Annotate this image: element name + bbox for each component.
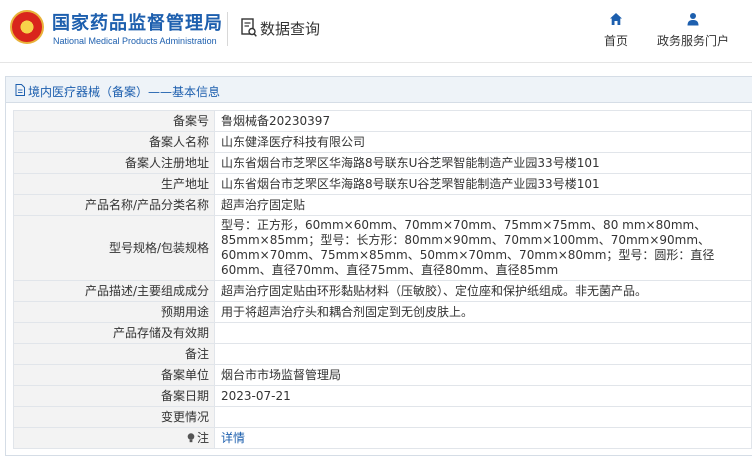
field-value: 山东省烟台市芝罘区华海路8号联东U谷芝罘智能制造产业园33号楼101 <box>214 173 752 195</box>
table-row: 注 详情 <box>13 427 752 449</box>
nav-home-label: 首页 <box>603 34 628 48</box>
field-label: 产品描述/主要组成成分 <box>13 280 215 302</box>
field-label: 备案人名称 <box>13 131 215 153</box>
breadcrumb: 境内医疗器械（备案）——基本信息 <box>6 77 752 103</box>
table-row: 备案人注册地址 山东省烟台市芝罘区华海路8号联东U谷芝罘智能制造产业园33号楼1… <box>13 152 752 174</box>
header-divider <box>227 12 228 46</box>
field-label: 产品名称/产品分类名称 <box>13 194 215 216</box>
table-row: 变更情况 <box>13 406 752 428</box>
section-title: 数据查询 <box>260 20 321 38</box>
field-label: 产品存储及有效期 <box>13 322 215 344</box>
breadcrumb-text: 境内医疗器械（备案）——基本信息 <box>28 85 221 99</box>
field-value: 用于将超声治疗头和耦合剂固定到无创皮肤上。 <box>214 301 752 323</box>
table-row: 备案号 鲁烟械备20230397 <box>13 110 752 132</box>
field-value: 超声治疗固定贴由环形黏贴材料（压敏胶）、定位座和保护纸组成。非无菌产品。 <box>214 280 752 302</box>
star-icon: ★ <box>22 18 32 31</box>
table-row: 预期用途 用于将超声治疗头和耦合剂固定到无创皮肤上。 <box>13 301 752 323</box>
field-value: 山东省烟台市芝罘区华海路8号联东U谷芝罘智能制造产业园33号楼101 <box>214 152 752 174</box>
table-row: 产品存储及有效期 <box>13 322 752 344</box>
table-row: 备案日期 2023-07-21 <box>13 385 752 407</box>
field-label: 备案人注册地址 <box>13 152 215 174</box>
site-header: ★ 国家药品监督管理局 National Medical Products Ad… <box>0 0 752 62</box>
person-icon <box>687 13 699 26</box>
field-value: 超声治疗固定贴 <box>214 194 752 216</box>
data-query-icon <box>241 18 257 37</box>
details-link[interactable]: 详情 <box>221 431 245 445</box>
nav-service-portal-link[interactable]: 政务服务门户 <box>650 12 736 49</box>
field-value: 鲁烟械备20230397 <box>214 110 752 132</box>
field-label: 备案号 <box>13 110 215 132</box>
field-label: 预期用途 <box>13 301 215 323</box>
lightbulb-icon <box>187 432 195 442</box>
field-value: 山东健泽医疗科技有限公司 <box>214 131 752 153</box>
field-label: 注 <box>196 430 209 445</box>
table-row: 备案单位 烟台市市场监督管理局 <box>13 364 752 386</box>
field-label: 变更情况 <box>13 406 215 428</box>
field-label: 备案日期 <box>13 385 215 407</box>
table-row: 备注 <box>13 343 752 365</box>
table-row: 型号规格/包装规格 型号：正方形，60mm×60mm、70mm×70mm、75m… <box>13 215 752 281</box>
table-row: 备案人名称 山东健泽医疗科技有限公司 <box>13 131 752 153</box>
field-value <box>214 322 752 344</box>
org-name-en[interactable]: National Medical Products Administration <box>53 36 217 46</box>
field-label: 型号规格/包装规格 <box>13 215 215 281</box>
field-value: 2023-07-21 <box>214 385 752 407</box>
field-value <box>214 406 752 428</box>
field-label: 生产地址 <box>13 173 215 195</box>
field-value <box>214 343 752 365</box>
header-bottom-border <box>0 62 752 63</box>
field-label: 备案单位 <box>13 364 215 386</box>
home-icon <box>610 13 622 25</box>
table-row: 产品名称/产品分类名称 超声治疗固定贴 <box>13 194 752 216</box>
nav-home-link[interactable]: 首页 <box>598 12 634 49</box>
national-emblem-logo: ★ <box>10 10 44 44</box>
note-label-cell: 注 <box>13 427 215 449</box>
document-icon <box>15 84 25 96</box>
field-label: 备注 <box>13 343 215 365</box>
detail-panel: 境内医疗器械（备案）——基本信息 备案号 鲁烟械备20230397 备案人名称 … <box>5 76 752 456</box>
device-info-table: 备案号 鲁烟械备20230397 备案人名称 山东健泽医疗科技有限公司 备案人注… <box>13 110 752 449</box>
table-row: 生产地址 山东省烟台市芝罘区华海路8号联东U谷芝罘智能制造产业园33号楼101 <box>13 173 752 195</box>
org-name-cn[interactable]: 国家药品监督管理局 <box>52 9 223 35</box>
field-value: 烟台市市场监督管理局 <box>214 364 752 386</box>
nav-portal-label: 政务服务门户 <box>656 34 729 48</box>
field-value-cell: 详情 <box>214 427 752 449</box>
field-value: 型号：正方形，60mm×60mm、70mm×70mm、75mm×75mm、80 … <box>214 215 752 281</box>
table-row: 产品描述/主要组成成分 超声治疗固定贴由环形黏贴材料（压敏胶）、定位座和保护纸组… <box>13 280 752 302</box>
